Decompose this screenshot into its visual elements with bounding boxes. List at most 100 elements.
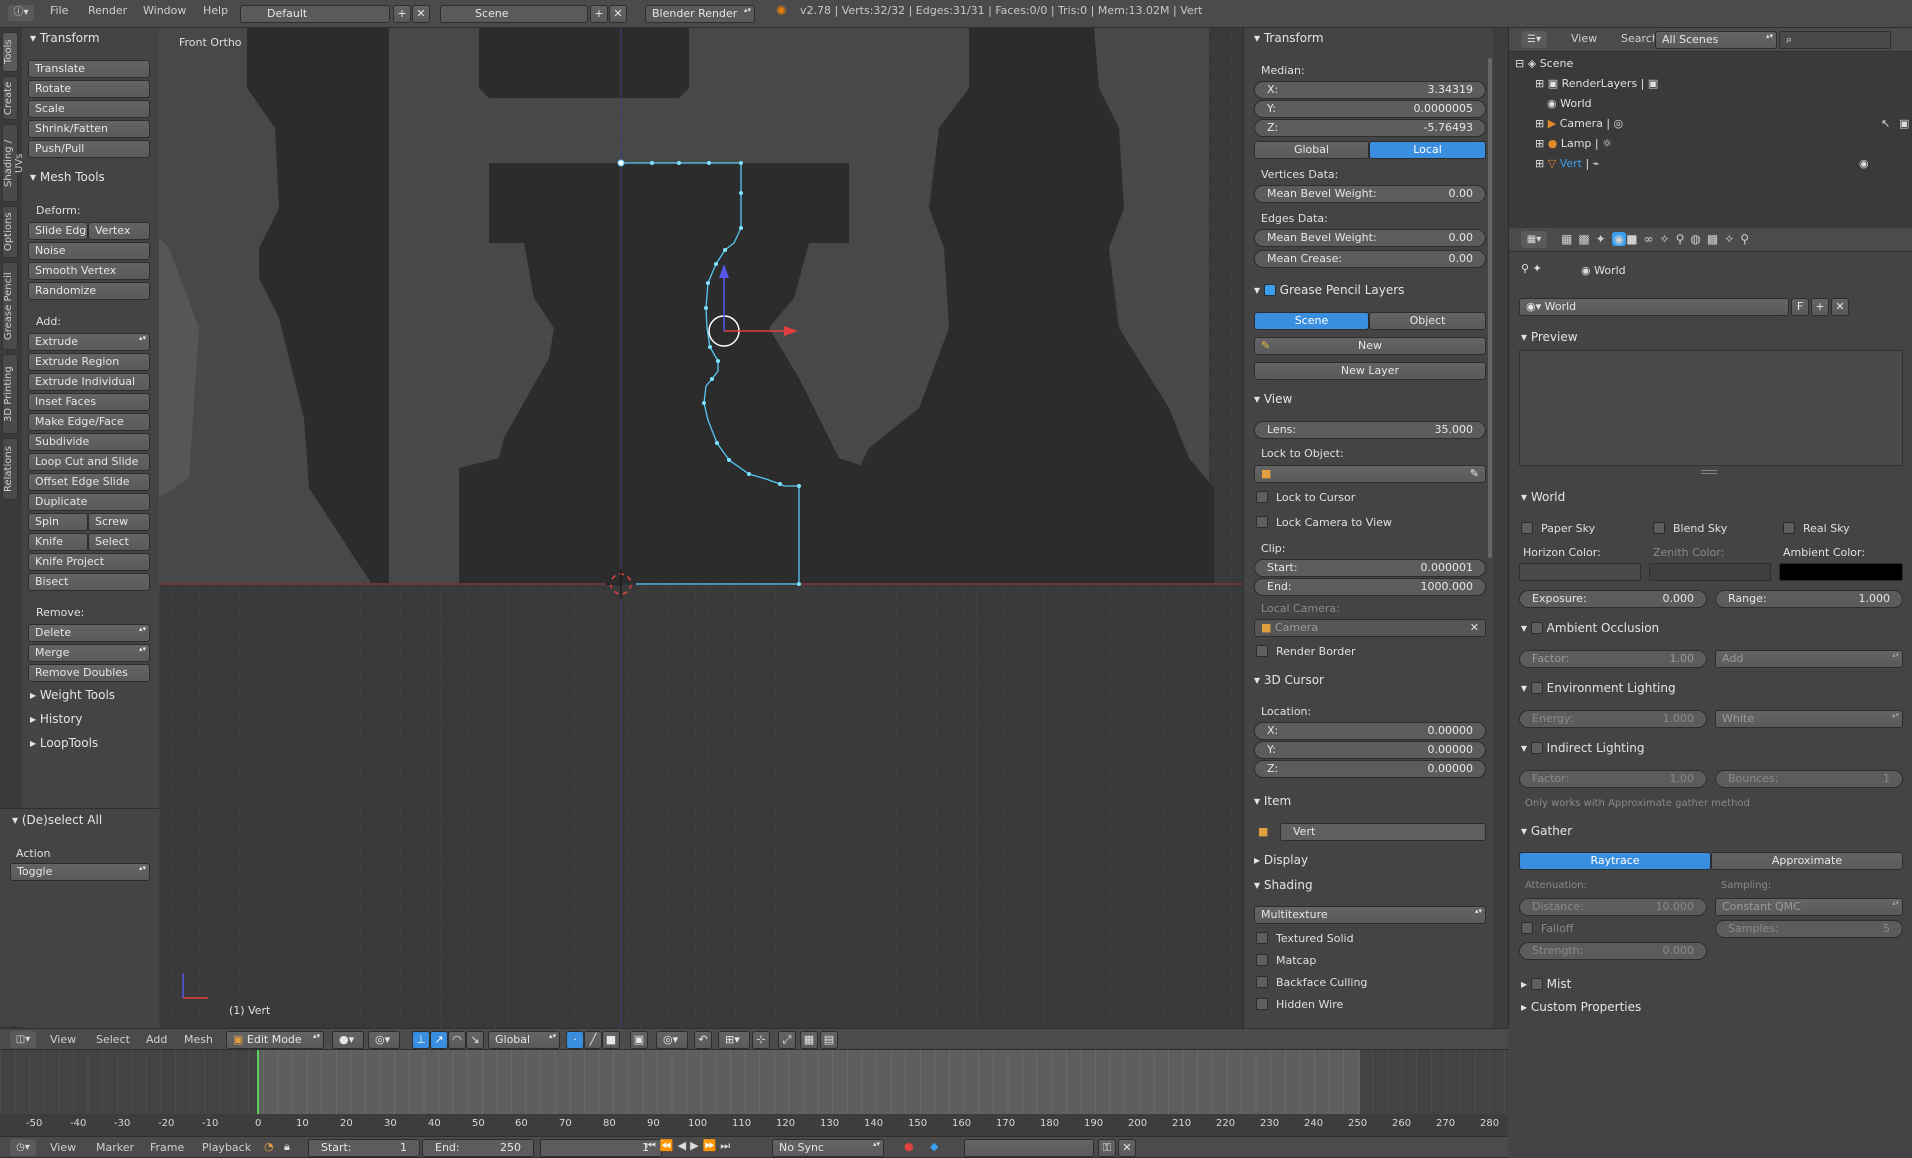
manipulator-toggle[interactable]: ⊥ [412, 1031, 430, 1049]
preview-panel-header[interactable]: ▾ Preview [1521, 330, 1578, 344]
real-sky-checkbox[interactable] [1783, 522, 1795, 534]
make-edge-face-button[interactable]: Make Edge/Face [28, 413, 150, 431]
view3d-menu-mesh[interactable]: Mesh [184, 1033, 213, 1046]
scene-add-button[interactable]: + [590, 5, 608, 23]
extrude-individual-button[interactable]: Extrude Individual [28, 373, 150, 391]
scene-selector[interactable]: Scene [440, 5, 588, 23]
undo-history-icon[interactable]: ↶ [694, 1031, 712, 1049]
eye-icon[interactable]: ◉ [1859, 157, 1869, 170]
outliner-menu-view[interactable]: View [1571, 32, 1597, 45]
looptools-header[interactable]: ▸ LoopTools [30, 736, 98, 750]
timeline-menu-frame[interactable]: Frame [150, 1141, 184, 1154]
env-checkbox[interactable] [1530, 682, 1543, 694]
tab-relations[interactable]: Relations [2, 438, 18, 500]
range-field[interactable]: Range: 1.000 [1715, 590, 1903, 608]
cursor-x-field[interactable]: X: 0.00000 [1254, 722, 1486, 740]
sampling-dropdown[interactable]: Constant QMC [1715, 898, 1903, 916]
outliner-row-lamp[interactable]: ⊞ ● Lamp | ☼ [1535, 137, 1612, 150]
ao-blend-dropdown[interactable]: Add [1715, 650, 1903, 668]
median-x-field[interactable]: X: 3.34319 [1254, 81, 1486, 99]
median-y-field[interactable]: Y: 0.0000005 [1254, 100, 1486, 118]
clip-start-field[interactable]: Start: 0.000001 [1254, 559, 1486, 577]
inset-faces-button[interactable]: Inset Faces [28, 393, 150, 411]
lock-icon[interactable]: 🔒︎ [284, 1140, 290, 1154]
tab-3d-printing[interactable]: 3D Printing [2, 354, 18, 434]
insert-keyframe-button[interactable]: ⚿ [1098, 1139, 1116, 1157]
mist-checkbox[interactable] [1530, 978, 1543, 990]
tab-tools[interactable]: Tools [2, 32, 18, 72]
backface-checkbox[interactable] [1256, 976, 1268, 988]
cursor-y-field[interactable]: Y: 0.00000 [1254, 741, 1486, 759]
gather-panel-header[interactable]: ▾ Gather [1521, 824, 1572, 838]
tab-options[interactable]: Options [2, 206, 18, 258]
vertex-slide-button[interactable]: Vertex [88, 222, 150, 240]
rotate-button[interactable]: Rotate [28, 80, 150, 98]
screw-button[interactable]: Screw [88, 513, 150, 531]
shading-panel-header[interactable]: ▾ Shading [1254, 878, 1313, 892]
layout-close-button[interactable]: ✕ [412, 5, 430, 23]
outliner-row-scene[interactable]: ⊟ ◈ Scene [1515, 57, 1573, 70]
cursor-select-icon[interactable]: ↖ [1881, 117, 1890, 130]
randomize-button[interactable]: Randomize [28, 282, 150, 300]
preview-resize-handle[interactable] [1701, 470, 1717, 474]
transform-panel-header[interactable]: ▾ Transform [30, 31, 100, 45]
opengl-render-icon[interactable]: ⤢ [778, 1031, 796, 1049]
timeline-menu-view[interactable]: View [50, 1141, 76, 1154]
menu-file[interactable]: File [50, 4, 68, 17]
view3d-editor-icon[interactable]: ◫▾ [10, 1031, 36, 1048]
ambient-color-swatch[interactable] [1779, 563, 1903, 581]
world-unlink-button[interactable]: ✕ [1831, 298, 1849, 316]
info-editor-icon[interactable]: ⓘ▾ [8, 5, 34, 21]
weight-tools-header[interactable]: ▸ Weight Tools [30, 688, 115, 702]
sync-dropdown[interactable]: No Sync [772, 1139, 884, 1157]
knife-project-button[interactable]: Knife Project [28, 553, 150, 571]
timeline-menu-playback[interactable]: Playback [202, 1141, 251, 1154]
cursor-z-field[interactable]: Z: 0.00000 [1254, 760, 1486, 778]
grease-pencil-checkbox[interactable] [1263, 284, 1276, 296]
env-color-dropdown[interactable]: White [1715, 710, 1903, 728]
horizon-color-swatch[interactable] [1519, 563, 1641, 581]
mesh-tools-panel-header[interactable]: ▾ Mesh Tools [30, 170, 105, 184]
jump-keyframe-forward-icon[interactable]: ⏩ [703, 1139, 721, 1152]
lock-camera-checkbox[interactable] [1256, 516, 1268, 528]
blend-sky-checkbox[interactable] [1653, 522, 1665, 534]
scene-close-button[interactable]: ✕ [609, 5, 627, 23]
keying-set-field[interactable] [964, 1139, 1094, 1157]
end-frame-field[interactable]: End: 250 [422, 1139, 534, 1157]
gp-new-layer-button[interactable]: New Layer [1254, 362, 1486, 380]
energy-field[interactable]: Energy: 1.000 [1519, 710, 1707, 728]
view3d-menu-select[interactable]: Select [96, 1033, 130, 1046]
display-mode-dropdown[interactable]: All Scenes [1655, 31, 1777, 49]
global-toggle[interactable]: Global [1254, 141, 1369, 159]
distance-field[interactable]: Distance: 10.000 [1519, 898, 1707, 916]
world-datablock-field[interactable]: ◉▾ World [1519, 298, 1789, 316]
merge-dropdown[interactable]: Merge [28, 644, 150, 662]
extrude-region-button[interactable]: Extrude Region [28, 353, 150, 371]
world-tab-icon[interactable]: ◉ [1611, 232, 1627, 246]
lock-object-field[interactable]: ■ ✎ [1254, 465, 1486, 483]
timeline-menu-marker[interactable]: Marker [96, 1141, 134, 1154]
current-frame-indicator[interactable] [257, 1050, 259, 1114]
gp-new-button[interactable]: ✎ New [1254, 337, 1486, 355]
bounces-field[interactable]: Bounces: 1 [1715, 770, 1903, 788]
pivot-dropdown[interactable]: ◎▾ [368, 1031, 400, 1049]
exposure-field[interactable]: Exposure: 0.000 [1519, 590, 1707, 608]
falloff-checkbox[interactable] [1521, 922, 1533, 934]
orientation-dropdown[interactable]: Global [488, 1031, 560, 1049]
scale-manipulator[interactable]: ↘ [466, 1031, 484, 1049]
noise-button[interactable]: Noise [28, 242, 150, 260]
hidden-wire-checkbox[interactable] [1256, 998, 1268, 1010]
tab-create[interactable]: Create [2, 76, 18, 120]
view3d-menu-view[interactable]: View [50, 1033, 76, 1046]
timeline-editor-icon[interactable]: ◷▾ [10, 1139, 36, 1156]
shrink-fatten-button[interactable]: Shrink/Fatten [28, 120, 150, 138]
menu-window[interactable]: Window [143, 4, 186, 17]
textured-solid-checkbox[interactable] [1256, 932, 1268, 944]
fake-user-button[interactable]: F [1791, 298, 1809, 316]
indirect-factor-field[interactable]: Factor: 1.00 [1519, 770, 1707, 788]
render-engine-dropdown[interactable]: Blender Render [645, 5, 755, 23]
outliner-editor-icon[interactable]: ☰▾ [1521, 31, 1547, 48]
ao-panel-header[interactable]: ▾ Ambient Occlusion [1521, 620, 1659, 635]
approximate-toggle[interactable]: Approximate [1711, 852, 1903, 870]
custom-props-header[interactable]: ▸ Custom Properties [1521, 1000, 1641, 1014]
